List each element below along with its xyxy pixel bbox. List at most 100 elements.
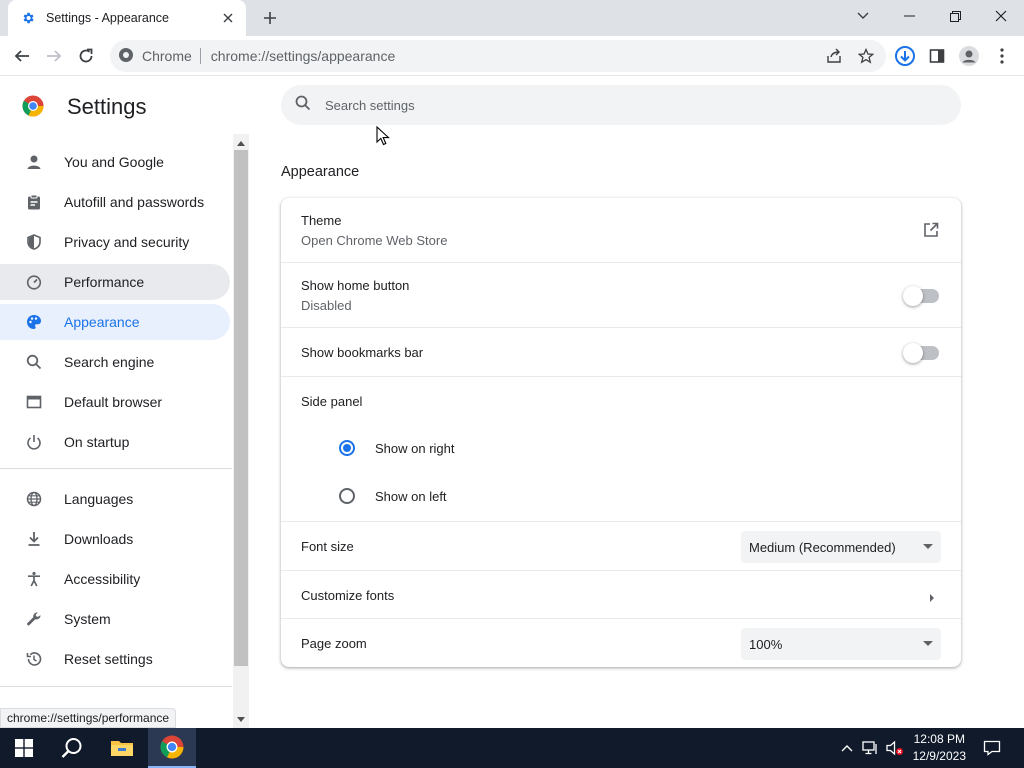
side-panel-row: Side panel Show on right Show on left xyxy=(281,376,961,521)
home-button-row: Show home button Disabled xyxy=(281,262,961,327)
sidebar-divider xyxy=(0,468,232,469)
home-button-toggle[interactable] xyxy=(903,286,939,306)
font-size-value: Medium (Recommended) xyxy=(749,539,896,555)
site-chip[interactable]: Chrome xyxy=(118,47,200,66)
sidebar-item-downloads[interactable]: Downloads xyxy=(0,521,230,557)
font-size-select[interactable]: Medium (Recommended) xyxy=(741,531,941,563)
sidebar-item-reset-settings[interactable]: Reset settings xyxy=(0,641,230,677)
person-icon xyxy=(24,152,44,172)
sidebar-item-you-and-google[interactable]: You and Google xyxy=(0,144,230,180)
sidebar-item-system[interactable]: System xyxy=(0,601,230,637)
taskbar-clock[interactable]: 12:08 PM 12/9/2023 xyxy=(913,731,966,765)
scroll-up-arrow-icon[interactable] xyxy=(234,136,248,150)
clipboard-icon xyxy=(24,192,44,212)
chrome-logo-icon xyxy=(22,95,44,117)
side-panel-right-radio[interactable]: Show on right xyxy=(339,440,455,456)
new-tab-button[interactable] xyxy=(258,6,282,30)
toggle-knob xyxy=(903,286,923,306)
search-icon xyxy=(295,95,311,116)
sidebar-item-label: System xyxy=(64,611,111,627)
sidebar-item-label: You and Google xyxy=(64,154,164,170)
theme-label: Theme xyxy=(301,213,342,228)
font-size-label: Font size xyxy=(301,539,354,554)
customize-fonts-row[interactable]: Customize fonts xyxy=(281,570,961,618)
search-icon xyxy=(24,352,44,372)
tab-search-icon[interactable] xyxy=(840,0,886,32)
close-tab-icon[interactable] xyxy=(220,10,236,26)
address-bar[interactable]: Chrome chrome://settings/appearance xyxy=(110,40,886,72)
mouse-cursor-icon xyxy=(376,125,390,151)
network-icon[interactable] xyxy=(861,738,881,758)
url-text[interactable]: chrome://settings/appearance xyxy=(211,48,886,64)
notifications-icon[interactable] xyxy=(982,738,1002,758)
sidebar-item-on-startup[interactable]: On startup xyxy=(0,424,230,460)
search-placeholder: Search settings xyxy=(325,97,415,113)
chevron-right-icon xyxy=(929,590,935,608)
speedometer-icon xyxy=(24,272,44,292)
taskbar-search-icon[interactable] xyxy=(48,728,96,768)
sidebar-item-appearance[interactable]: Appearance xyxy=(0,304,230,340)
wrench-icon xyxy=(24,609,44,629)
palette-icon xyxy=(24,312,44,332)
site-name: Chrome xyxy=(142,48,192,64)
bookmarks-bar-toggle[interactable] xyxy=(903,343,939,363)
omnibox-divider xyxy=(199,48,201,64)
sidebar-item-label: Appearance xyxy=(64,314,140,330)
forward-button[interactable] xyxy=(39,41,69,71)
chrome-taskbar-icon[interactable] xyxy=(148,728,196,768)
share-icon[interactable] xyxy=(820,42,848,70)
home-button-label: Show home button xyxy=(301,278,410,293)
page-zoom-select[interactable]: 100% xyxy=(741,628,941,660)
font-size-row: Font size Medium (Recommended) xyxy=(281,521,961,570)
volume-muted-icon[interactable] xyxy=(885,738,905,758)
windows-start-icon[interactable] xyxy=(0,728,48,768)
download-icon xyxy=(24,529,44,549)
shield-icon xyxy=(24,232,44,252)
gear-icon xyxy=(20,10,36,26)
restore-button[interactable] xyxy=(932,0,978,32)
customize-fonts-label: Customize fonts xyxy=(301,588,395,603)
external-link-icon[interactable] xyxy=(923,222,939,243)
sidebar-scrollbar-thumb[interactable] xyxy=(234,150,248,666)
search-settings-input[interactable]: Search settings xyxy=(281,85,961,125)
bookmark-star-icon[interactable] xyxy=(852,42,880,70)
sidebar-item-label: Search engine xyxy=(64,354,155,370)
side-panel-label: Side panel xyxy=(301,394,363,409)
theme-row[interactable]: Theme Open Chrome Web Store xyxy=(281,198,961,262)
side-panel-left-radio[interactable]: Show on left xyxy=(339,488,447,504)
back-button[interactable] xyxy=(7,41,37,71)
sidebar-item-performance[interactable]: Performance xyxy=(0,264,230,300)
power-icon xyxy=(24,432,44,452)
scroll-down-arrow-icon[interactable] xyxy=(234,712,248,726)
sidebar-divider xyxy=(0,686,232,687)
sidebar-item-default-browser[interactable]: Default browser xyxy=(0,384,230,420)
menu-kebab-icon[interactable] xyxy=(988,42,1016,70)
reload-button[interactable] xyxy=(71,41,101,71)
sidebar-item-label: Languages xyxy=(64,491,134,507)
show-hidden-icons-chevron-icon[interactable] xyxy=(837,738,857,758)
file-explorer-icon[interactable] xyxy=(98,728,146,768)
radio-unselected-icon xyxy=(339,488,355,504)
sidebar-item-label: On startup xyxy=(64,434,130,450)
bookmarks-bar-label: Show bookmarks bar xyxy=(301,345,424,360)
history-icon xyxy=(24,649,44,669)
sidebar-item-languages[interactable]: Languages xyxy=(0,481,230,517)
browser-icon xyxy=(24,392,44,412)
profile-avatar-icon[interactable] xyxy=(955,42,983,70)
tab-title: Settings - Appearance xyxy=(46,11,169,25)
side-panel-icon[interactable] xyxy=(923,42,951,70)
sidebar-item-accessibility[interactable]: Accessibility xyxy=(0,561,230,597)
sidebar-item-privacy[interactable]: Privacy and security xyxy=(0,224,230,260)
dropdown-caret-icon xyxy=(923,641,933,646)
sidebar-item-search-engine[interactable]: Search engine xyxy=(0,344,230,380)
minimize-button[interactable] xyxy=(886,0,932,32)
close-window-button[interactable] xyxy=(978,0,1024,32)
toggle-knob xyxy=(903,343,923,363)
tab-settings[interactable]: Settings - Appearance xyxy=(8,0,246,36)
clock-time: 12:08 PM xyxy=(913,732,965,746)
download-icon[interactable] xyxy=(891,42,919,70)
appearance-card: Theme Open Chrome Web Store Show home bu… xyxy=(281,198,961,667)
sidebar-item-label: Reset settings xyxy=(64,651,153,667)
sidebar-item-autofill[interactable]: Autofill and passwords xyxy=(0,184,230,220)
chrome-site-icon xyxy=(118,47,134,66)
